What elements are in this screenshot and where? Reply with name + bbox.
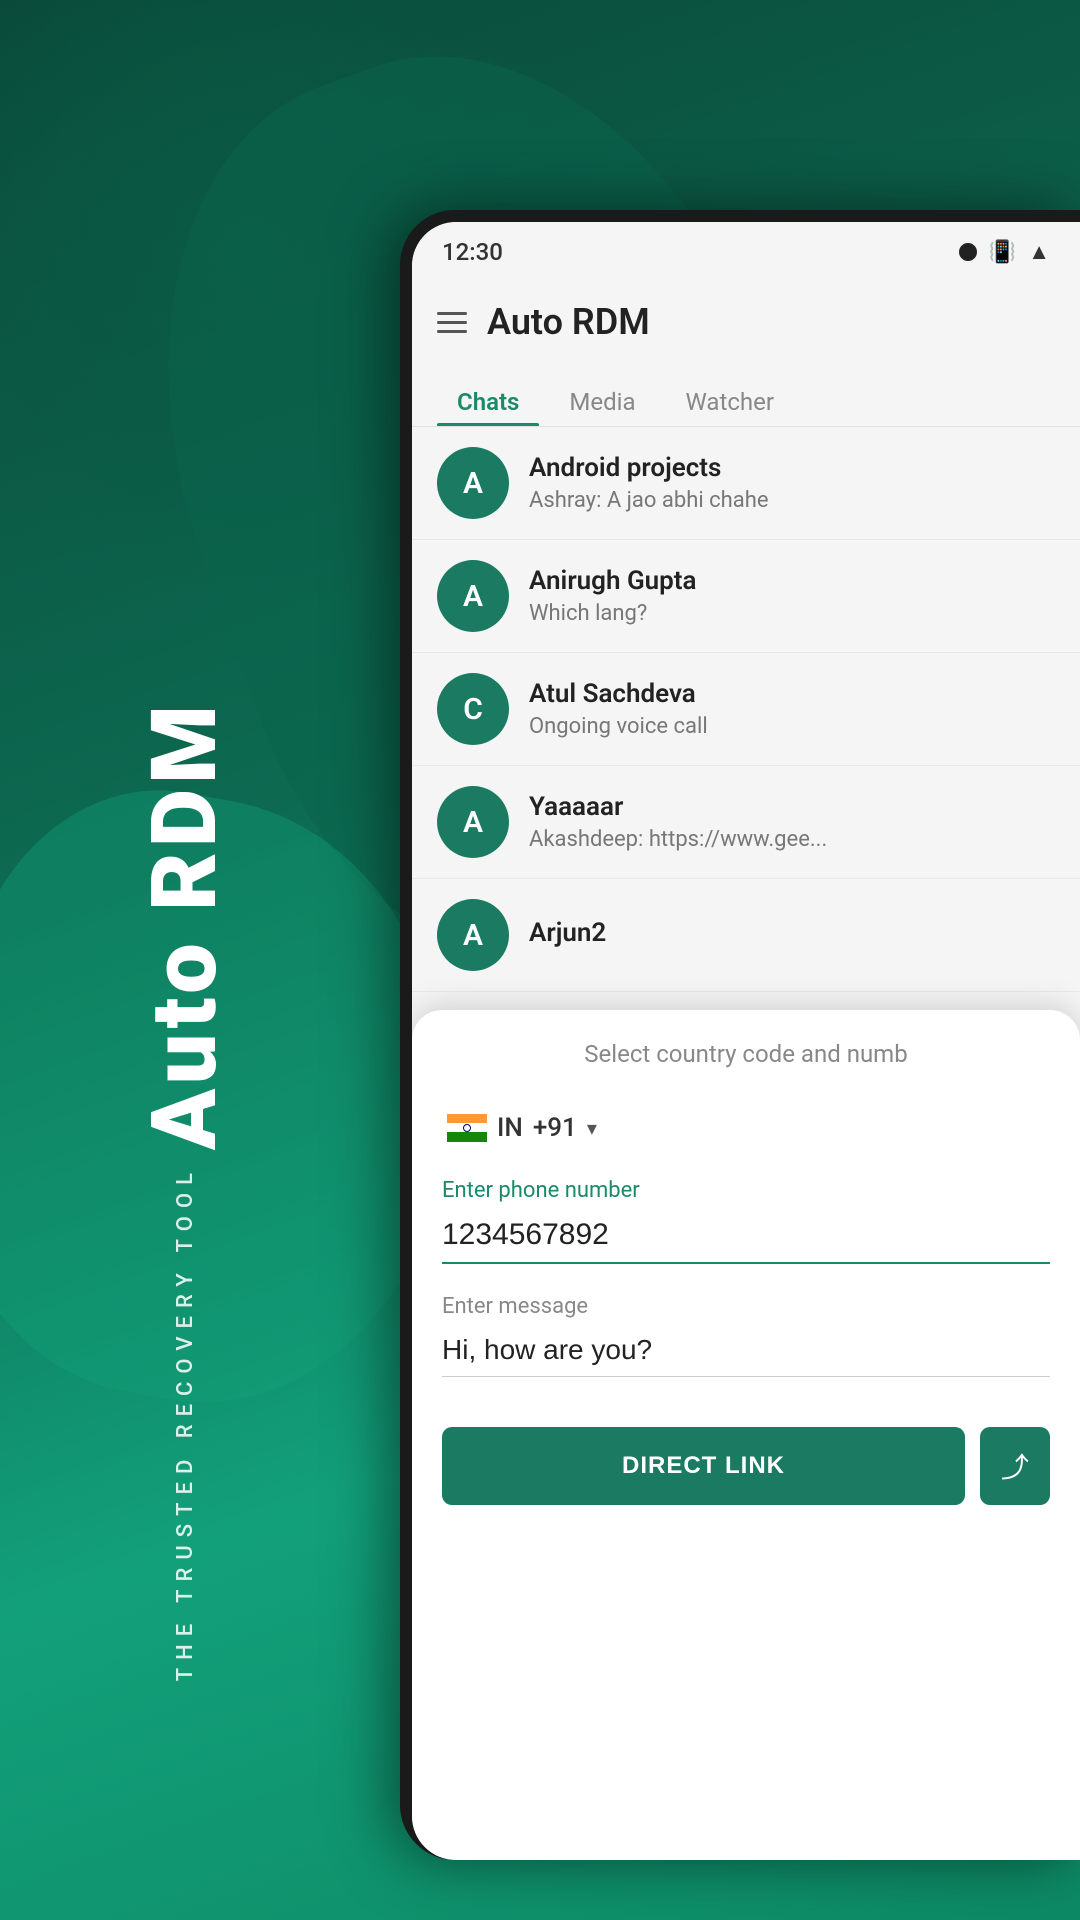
tabs-bar: Chats Media Watcher [412, 362, 1080, 427]
avatar-yaaaaar: A [437, 786, 509, 858]
camera-dot [959, 243, 977, 261]
avatar-anirugh: A [437, 560, 509, 632]
chat-item-android-projects[interactable]: A Android projects Ashray: A jao abhi ch… [412, 427, 1080, 540]
chat-list: A Android projects Ashray: A jao abhi ch… [412, 427, 1080, 992]
avatar-arjun2: A [437, 899, 509, 971]
phone-mockup: 12:30 📳 ▲ Auto RDM Chats Media [400, 210, 1080, 1860]
brand-container: Auto RDM THE TRUSTED RECOVERY TOOL [140, 700, 230, 1681]
status-time: 12:30 [442, 238, 503, 266]
chat-item-yaaaaar[interactable]: A Yaaaaar Akashdeep: https://www.gee... [412, 766, 1080, 879]
chat-name-arjun2: Arjun2 [529, 918, 1055, 948]
hamburger-line-3 [437, 330, 467, 333]
brand-subtitle: THE TRUSTED RECOVERY TOOL [173, 1165, 198, 1681]
hamburger-menu[interactable] [437, 312, 467, 333]
bottom-sheet: Select country code and numb IN +91 ▾ En… [412, 1010, 1080, 1860]
chat-item-arjun2[interactable]: A Arjun2 [412, 879, 1080, 992]
message-label: Enter message [442, 1294, 1050, 1319]
hamburger-line-1 [437, 312, 467, 315]
dial-code: +91 [533, 1113, 577, 1143]
app-title: Auto RDM [487, 301, 650, 343]
tab-watcher[interactable]: Watcher [666, 378, 794, 426]
status-icons: 📳 ▲ [959, 239, 1050, 265]
hamburger-line-2 [437, 321, 467, 324]
phone-label: Enter phone number [442, 1178, 1050, 1203]
chat-name-yaaaaar: Yaaaaar [529, 792, 1055, 822]
status-bar: 12:30 📳 ▲ [412, 222, 1080, 282]
avatar-atul: C [437, 673, 509, 745]
chat-item-anirugh[interactable]: A Anirugh Gupta Which lang? [412, 540, 1080, 653]
brand-main-title: Auto RDM [140, 700, 230, 1150]
vibrate-icon: 📳 [989, 240, 1016, 265]
chat-info-atul: Atul Sachdeva Ongoing voice call [529, 679, 1055, 739]
chat-info-yaaaaar: Yaaaaar Akashdeep: https://www.gee... [529, 792, 1055, 852]
avatar-android-projects: A [437, 447, 509, 519]
tab-chats[interactable]: Chats [437, 378, 539, 426]
chat-name-android-projects: Android projects [529, 453, 1055, 483]
message-input[interactable] [442, 1324, 1050, 1377]
chat-item-atul[interactable]: C Atul Sachdeva Ongoing voice call [412, 653, 1080, 766]
chat-info-arjun2: Arjun2 [529, 918, 1055, 953]
chat-info-android-projects: Android projects Ashray: A jao abhi chah… [529, 453, 1055, 513]
country-selector[interactable]: IN +91 ▾ [442, 1098, 1050, 1158]
chat-preview-atul: Ongoing voice call [529, 714, 1055, 739]
chat-info-anirugh: Anirugh Gupta Which lang? [529, 566, 1055, 626]
sheet-title: Select country code and numb [442, 1040, 1050, 1068]
share-icon: ⤴ [1001, 1446, 1029, 1486]
india-flag-icon [447, 1114, 487, 1142]
direct-link-button[interactable]: DIRECT LINK [442, 1427, 965, 1505]
signal-icon: ▲ [1028, 239, 1050, 265]
phone-screen: 12:30 📳 ▲ Auto RDM Chats Media [412, 222, 1080, 1860]
app-header: Auto RDM [412, 282, 1080, 362]
tab-media[interactable]: Media [549, 378, 655, 426]
country-code-text: IN [497, 1113, 523, 1143]
chat-name-atul: Atul Sachdeva [529, 679, 1055, 709]
action-buttons: DIRECT LINK ⤴ [442, 1427, 1050, 1505]
dropdown-arrow-icon: ▾ [587, 1116, 597, 1140]
phone-number-input[interactable] [442, 1208, 1050, 1264]
chat-preview-android-projects: Ashray: A jao abhi chahe [529, 488, 1055, 513]
chat-preview-yaaaaar: Akashdeep: https://www.gee... [529, 827, 1055, 852]
chat-preview-anirugh: Which lang? [529, 601, 1055, 626]
share-button[interactable]: ⤴ [980, 1427, 1050, 1505]
chat-name-anirugh: Anirugh Gupta [529, 566, 1055, 596]
